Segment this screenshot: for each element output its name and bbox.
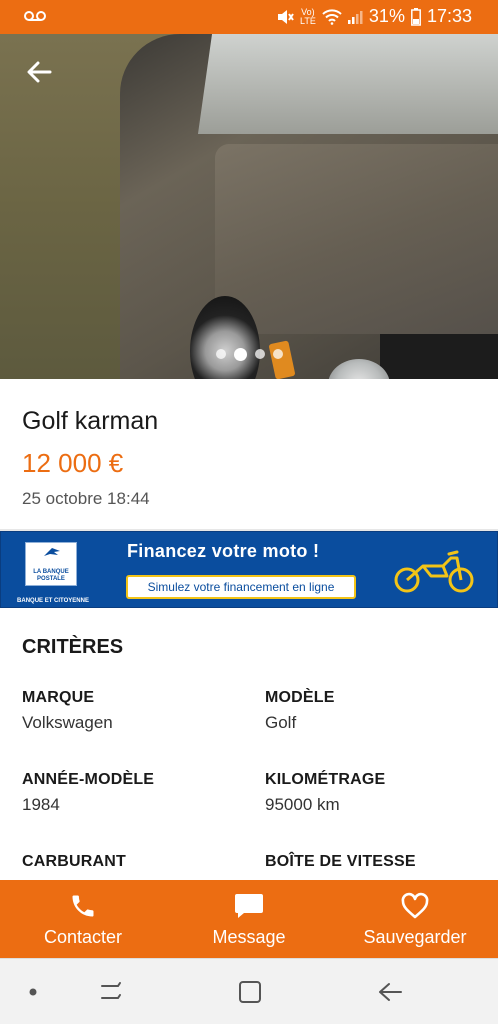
criterion-label: MODÈLE	[265, 689, 335, 706]
system-nav-bar	[0, 958, 498, 1024]
criterion-brand: MARQUE Volkswagen	[22, 689, 242, 733]
message-button[interactable]: Message	[166, 880, 332, 958]
photo-windshield	[197, 34, 498, 134]
listing-price: 12 000 €	[22, 448, 124, 478]
criterion-mileage: KILOMÉTRAGE 95000 km	[265, 771, 485, 815]
home-button[interactable]	[236, 979, 264, 1005]
criterion-value: Golf	[265, 713, 297, 732]
criterion-label: MARQUE	[22, 689, 95, 706]
criterion-fuel: CARBURANT	[22, 853, 242, 877]
action-bar: Contacter Message Sauvegarder	[0, 880, 498, 958]
nav-dot-button[interactable]	[26, 979, 40, 1005]
mute-icon	[277, 9, 294, 24]
back-arrow-icon	[379, 983, 402, 1001]
bank-name: LA BANQUE POSTALE	[33, 569, 69, 582]
gallery-dot[interactable]	[233, 347, 247, 361]
ad-cta-button[interactable]: Simulez votre financement en ligne	[126, 575, 356, 599]
gallery-dot[interactable]	[215, 349, 226, 359]
criterion-value: 1984	[22, 795, 60, 814]
criterion-model: MODÈLE Golf	[265, 689, 485, 733]
arrow-left-icon	[27, 61, 52, 83]
contact-label: Contacter	[43, 926, 123, 947]
listing-date: 25 octobre 18:44	[22, 489, 150, 508]
criterion-label: KILOMÉTRAGE	[265, 771, 386, 788]
gallery-pagination	[0, 347, 498, 361]
system-back-button[interactable]	[374, 979, 406, 1005]
recent-apps-button[interactable]	[96, 979, 126, 1005]
criterion-gearbox: BOÎTE DE VITESSE	[265, 853, 485, 877]
criteria-heading: CRITÈRES	[22, 636, 124, 658]
criterion-label: CARBURANT	[22, 853, 127, 870]
battery-percent: 31%	[368, 6, 405, 26]
clock: 17:33	[426, 6, 472, 26]
criterion-value: Volkswagen	[22, 713, 113, 732]
contact-button[interactable]: Contacter	[0, 880, 166, 958]
save-button[interactable]: Sauvegarder	[332, 880, 498, 958]
voicemail-icon	[24, 11, 46, 21]
network-label: Vo) LTE	[300, 6, 316, 26]
criterion-label: ANNÉE-MODÈLE	[22, 771, 155, 788]
photo-hood	[215, 144, 498, 334]
gallery-dot[interactable]	[272, 349, 283, 359]
heart-icon	[401, 892, 429, 918]
listing-title: Golf karman	[22, 407, 159, 435]
criterion-year: ANNÉE-MODÈLE 1984	[22, 771, 242, 815]
phone-icon	[72, 895, 94, 916]
message-icon	[235, 893, 263, 918]
wifi-icon	[322, 8, 342, 25]
listing-info: Golf karman 12 000 € 25 octobre 18:44	[0, 379, 498, 529]
motorcycle-icon	[394, 550, 474, 593]
home-square-icon	[239, 981, 261, 1003]
battery-icon	[411, 7, 421, 26]
bank-logo: LA BANQUE POSTALE BANQUE ET CITOYENNE	[13, 540, 89, 604]
listing-photo-gallery[interactable]	[0, 34, 498, 379]
criterion-value: 95000 km	[265, 795, 340, 814]
gallery-dot[interactable]	[254, 349, 265, 359]
criterion-label: BOÎTE DE VITESSE	[265, 853, 416, 870]
save-label: Sauvegarder	[363, 926, 467, 947]
status-bar: Vo) LTE 31% 17:33	[0, 0, 498, 34]
message-label: Message	[212, 926, 286, 947]
criteria-section: CRITÈRES MARQUE Volkswagen MODÈLE Golf A…	[0, 608, 498, 880]
ad-banner[interactable]: LA BANQUE POSTALE BANQUE ET CITOYENNE Fi…	[0, 531, 498, 608]
back-button[interactable]	[22, 56, 56, 88]
eagle-logo-icon	[44, 548, 60, 556]
ad-headline: Financez votre moto !	[127, 541, 320, 561]
dot-icon	[29, 988, 37, 996]
signal-icon	[347, 10, 363, 24]
bank-tagline: BANQUE ET CITOYENNE	[17, 598, 89, 604]
recent-apps-icon	[101, 982, 121, 999]
